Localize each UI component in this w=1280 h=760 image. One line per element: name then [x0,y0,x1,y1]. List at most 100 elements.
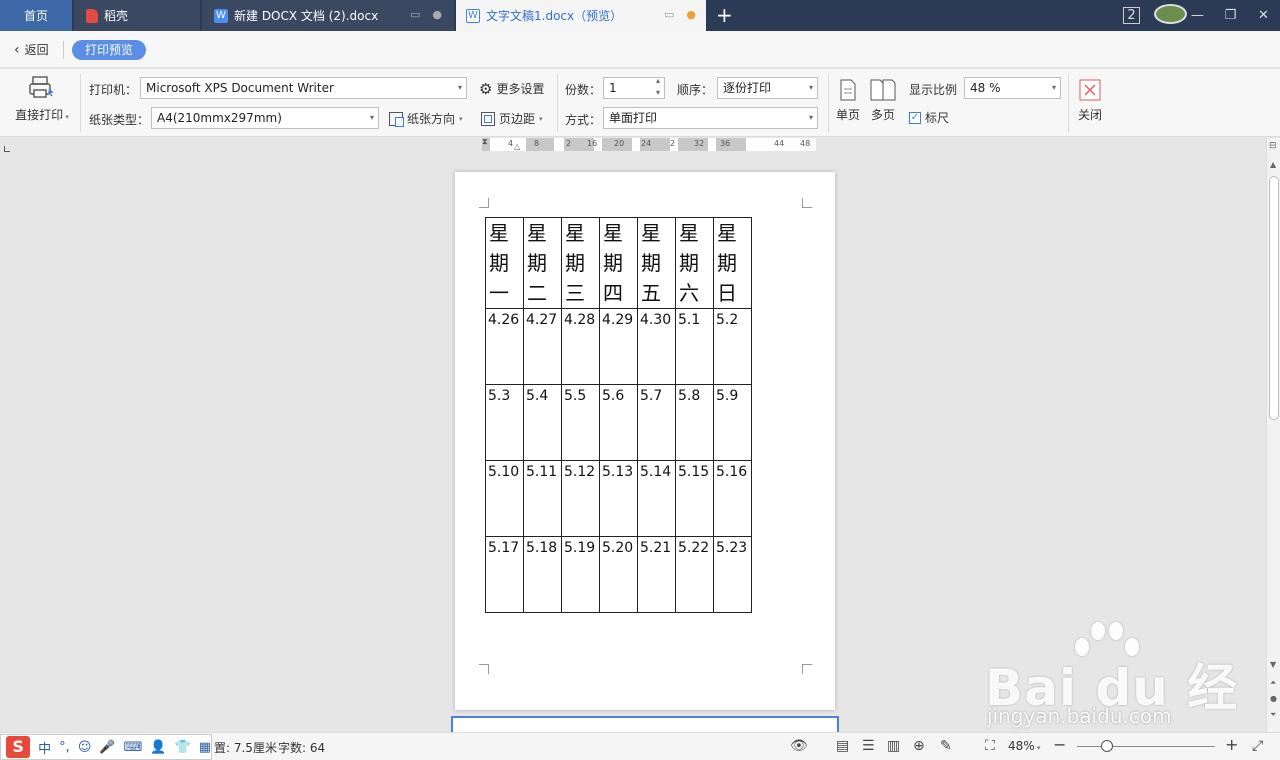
tab-stop-marker-icon[interactable] [4,146,10,152]
print-preview-badge[interactable]: 打印预览 [72,40,146,60]
table-row: 5.10 5.11 5.12 5.13 5.14 5.15 5.16 [485,460,752,537]
horizontal-ruler[interactable]: ⧗ △ 4 8 2 16 20 24 2 32 36 44 48 [482,138,816,151]
printer-value: Microsoft XPS Document Writer [146,81,334,95]
outline-view-icon[interactable]: ☰ [862,738,875,754]
fit-page-icon[interactable]: ⛶ [985,738,995,754]
restore-icon[interactable]: ❐ [1214,8,1247,23]
stepper-down-icon[interactable]: ▾ [656,87,660,99]
monitor-icon[interactable]: ▭ [410,8,420,21]
tab-preview-active[interactable]: W 文字文稿1.docx（预览） ▭ ● [456,0,706,31]
orientation-button[interactable]: 纸张方向 ▾ [389,110,463,127]
web-view-icon[interactable]: ⊕ [913,738,925,754]
ruler-tick: 2 [566,139,572,148]
close-preview-button[interactable]: 关闭 [1076,79,1104,123]
new-tab-plus-icon[interactable]: + [716,5,733,25]
stepper-up-icon[interactable]: ▴ [656,75,660,87]
copies-stepper[interactable]: 1 ▴ ▾ [603,75,665,99]
close-icon [1079,79,1101,101]
margins-button[interactable]: 页边距 ▾ [481,110,543,127]
window-count-badge: 2 [1123,7,1140,24]
input-method-bar[interactable]: S 中 °, ☺ 🎤 ⌨ 👤 👕 ▦ [0,734,212,760]
scroll-top-icon[interactable]: ⊟ [1269,141,1277,151]
mode-label: 方式： [565,113,602,127]
reading-view-icon[interactable]: ▥ [887,738,900,754]
ruler-shade [526,138,554,151]
chevron-down-icon: ▾ [457,83,462,92]
more-settings-button[interactable]: ⚙ 更多设置 [479,80,544,97]
date-cell: 5.11 [523,460,562,537]
zoom-value: 48 % [970,81,1001,95]
ime-lang-toggle[interactable]: 中 [38,738,51,757]
order-select[interactable]: 逐份打印 ▾ [717,77,818,99]
keyboard-icon[interactable]: ⌨ [124,740,143,755]
emoji-icon[interactable]: ☺ [78,740,92,755]
date-cell: 5.16 [713,460,752,537]
punctuation-icon[interactable]: °, [59,740,70,755]
user-avatar-button[interactable] [1148,3,1187,28]
indent-marker-icon[interactable]: ⧗ [482,138,488,146]
multi-page-button[interactable]: 多页 [869,79,897,123]
scroll-up-icon[interactable]: ▲ [1270,160,1276,169]
back-button[interactable]: ‹ 返回 [14,41,49,58]
fullscreen-icon[interactable]: ⤢ [1252,738,1263,754]
calendar-table: 星期一 星期二 星期三 星期四 星期五 星期六 星期日 4.26 4.27 4.… [485,217,752,613]
weekday-header: 星期三 [561,217,600,309]
microphone-icon[interactable]: 🎤 [99,740,115,755]
eye-protect-icon[interactable]: 👁 [790,738,808,754]
tab-daoke[interactable]: 稻壳 [74,0,200,31]
zoom-in-icon[interactable]: + [1225,735,1238,754]
margins-label: 页边距 [499,112,536,126]
date-cell: 5.1 [675,308,714,385]
next-page-selected[interactable] [451,716,839,732]
direct-print-button[interactable]: 直接打印 ▾ [12,75,72,123]
status-zoom[interactable]: 48% ▾ [1008,739,1040,753]
monitor-icon[interactable]: ▭ [664,8,674,21]
sogou-logo-icon[interactable]: S [6,736,31,758]
minimize-icon[interactable]: — [1181,8,1214,23]
user-icon[interactable]: 👤 [150,740,166,755]
close-window-icon[interactable]: ✕ [1247,8,1280,23]
toolbox-grid-icon[interactable]: ▦ [199,740,211,755]
preview-toolbar: ‹ 返回 打印预览 [0,31,1280,68]
ruler-checkbox-label: 标尺 [925,111,950,125]
unsaved-dot-icon[interactable]: ● [686,8,696,21]
date-cell: 5.5 [561,384,600,461]
zoom-out-icon[interactable]: − [1053,735,1066,754]
print-mode-select[interactable]: 单面打印 ▾ [603,107,818,129]
date-cell: 4.30 [637,308,676,385]
scroll-down-icon[interactable]: ▼ [1270,660,1276,669]
ruler-tick: 36 [720,139,731,148]
next-page-icon[interactable]: ⏷ [1270,710,1276,720]
window-count-button[interactable]: 2 [1115,7,1148,24]
printer-select[interactable]: Microsoft XPS Document Writer ▾ [140,77,467,99]
prev-page-icon[interactable]: ⏶ [1270,678,1276,688]
dot-icon[interactable]: ● [432,8,442,21]
zoom-slider-track[interactable] [1077,746,1215,747]
paper-type-value: A4(210mmx297mm) [157,111,282,125]
ruler-checkbox[interactable]: ✓ 标尺 [909,109,949,126]
zoom-slider-handle[interactable] [1101,740,1113,752]
divider [1068,74,1069,132]
indent-marker-icon[interactable]: △ [514,143,520,151]
skin-shirt-icon[interactable]: 👕 [175,740,191,755]
date-cell: 5.8 [675,384,714,461]
chevron-down-icon: ▾ [808,83,813,92]
page-view-icon[interactable]: ▤ [836,738,849,754]
paper-type-select[interactable]: A4(210mmx297mm) ▾ [151,107,379,129]
tab-home[interactable]: 首页 [0,0,72,31]
status-word-count[interactable]: 字数: 64 [278,739,325,756]
pen-icon[interactable]: ✎ [940,738,952,754]
zoom-select[interactable]: 48 % ▾ [964,77,1061,99]
tab-document-docx[interactable]: W 新建 DOCX 文档 (2).docx ▭ ● [202,0,454,31]
date-cell: 5.12 [561,460,600,537]
date-cell: 5.13 [599,460,638,537]
preview-page: 星期一 星期二 星期三 星期四 星期五 星期六 星期日 4.26 4.27 4.… [455,172,835,710]
tab-daoke-label: 稻壳 [104,9,129,23]
scrollbar-thumb[interactable] [1269,176,1279,420]
ruler-tick: 24 [641,139,652,148]
single-page-button[interactable]: 单页 [836,79,860,123]
preview-area[interactable]: ⧗ △ 4 8 2 16 20 24 2 32 36 44 48 星期一 星期二… [0,138,1266,732]
select-object-icon[interactable]: ● [1270,694,1277,703]
vertical-scrollbar[interactable]: ⊟ ▲ ▼ ⏶ ● ⏷ [1266,138,1280,732]
date-cell: 5.9 [713,384,752,461]
